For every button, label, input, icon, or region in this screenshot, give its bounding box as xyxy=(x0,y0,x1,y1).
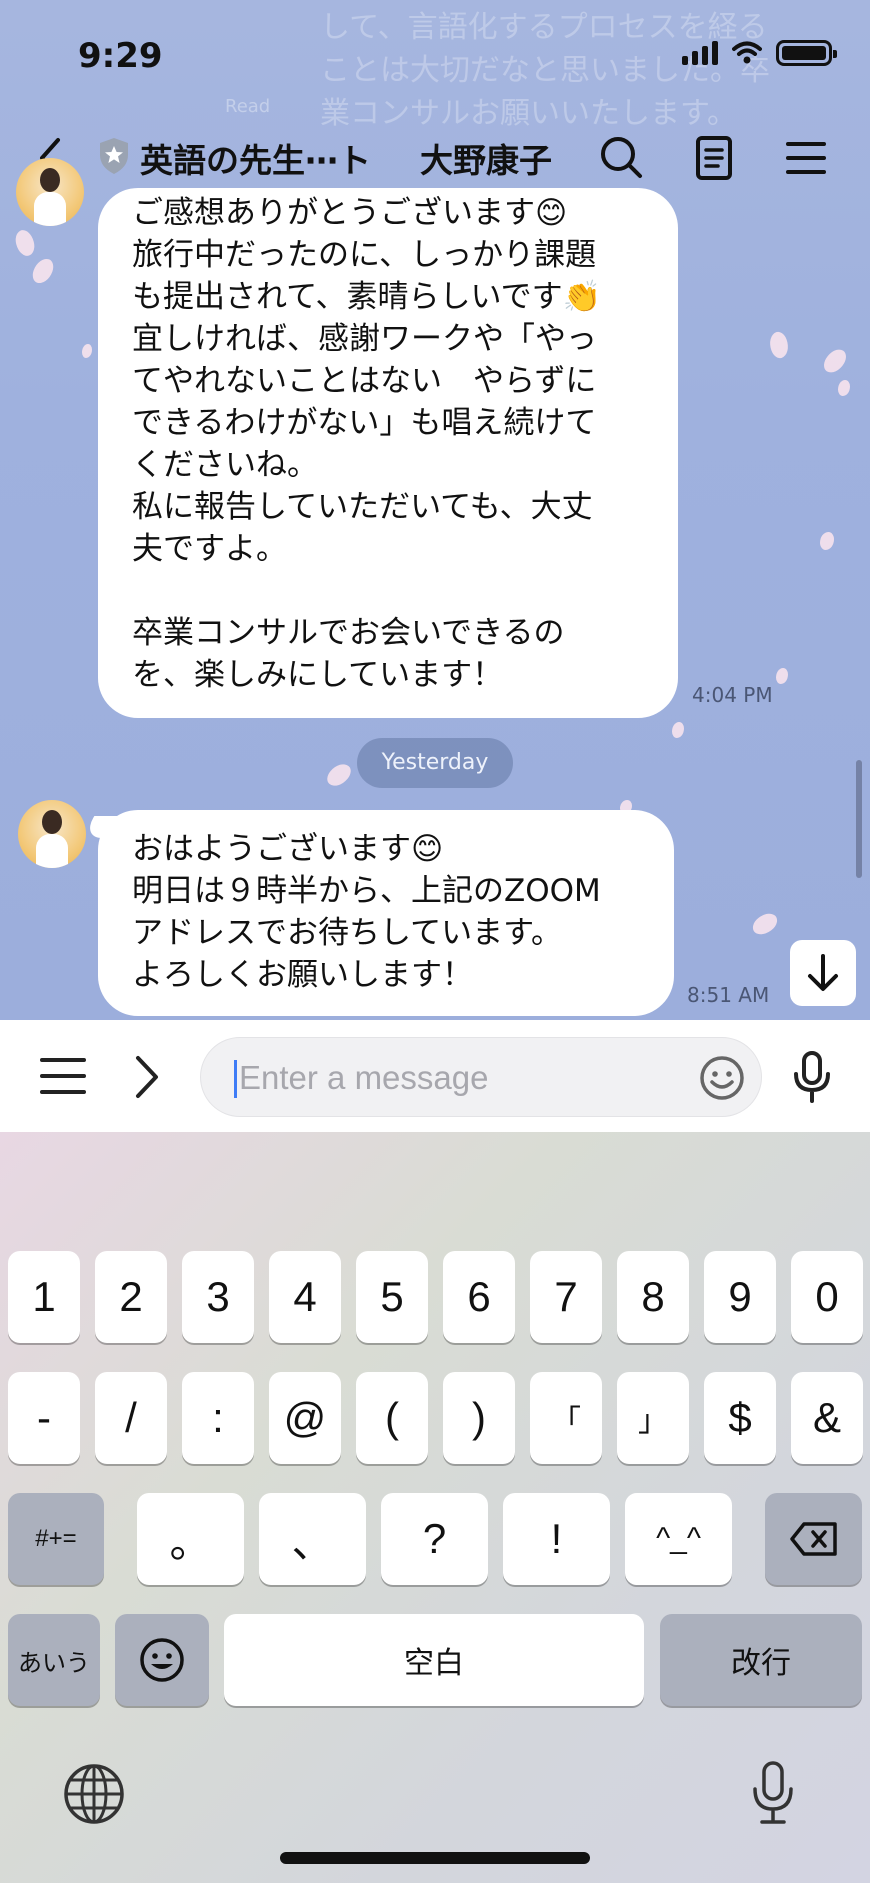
key-7[interactable]: 7 xyxy=(530,1251,602,1343)
emoji-keyboard-key[interactable] xyxy=(115,1614,209,1706)
key-4[interactable]: 4 xyxy=(269,1251,341,1343)
chat-header: 英語の先生⋯ト 大野康子 xyxy=(0,120,870,196)
battery-icon xyxy=(776,40,837,66)
return-key[interactable]: 改行 xyxy=(660,1614,862,1706)
status-time: 9:29 xyxy=(78,36,163,76)
chat-background: して、言語化するプロセスを経る ことは大切だなと思いました。卒 業コンサルお願い… xyxy=(0,0,870,1020)
status-icons xyxy=(682,40,837,66)
emoji-icon[interactable] xyxy=(698,1054,746,1102)
key-hyphen[interactable]: - xyxy=(8,1372,80,1464)
status-bar: 9:29 xyxy=(0,0,870,110)
scrollbar[interactable] xyxy=(856,760,862,878)
key-ampersand[interactable]: & xyxy=(791,1372,863,1464)
text-caret xyxy=(234,1060,237,1098)
key-close-paren[interactable]: ) xyxy=(443,1372,515,1464)
emoji-icon xyxy=(140,1638,184,1682)
key-colon[interactable]: : xyxy=(182,1372,254,1464)
menu-icon[interactable] xyxy=(778,130,834,186)
key-1[interactable]: 1 xyxy=(8,1251,80,1343)
petal-decoration xyxy=(10,227,40,259)
petal-decoration xyxy=(82,344,92,358)
key-dollar[interactable]: $ xyxy=(704,1372,776,1464)
key-question[interactable]: ? xyxy=(381,1493,488,1585)
petal-decoration xyxy=(838,380,850,396)
petal-decoration xyxy=(30,255,56,287)
home-indicator[interactable] xyxy=(280,1852,590,1864)
key-open-paren[interactable]: ( xyxy=(356,1372,428,1464)
backspace-icon xyxy=(789,1522,837,1556)
key-8[interactable]: 8 xyxy=(617,1251,689,1343)
key-2[interactable]: 2 xyxy=(95,1251,167,1343)
message-bubble[interactable]: ご感想ありがとうございます😊 旅行中だったのに、しっかり課題 も提出されて、素晴… xyxy=(98,188,678,718)
key-6[interactable]: 6 xyxy=(443,1251,515,1343)
key-at[interactable]: @ xyxy=(269,1372,341,1464)
key-5[interactable]: 5 xyxy=(356,1251,428,1343)
chat-title[interactable]: 英語の先生⋯ト xyxy=(140,134,371,182)
keyboard: 1 2 3 4 5 6 7 8 9 0 - / : @ ( ) 「 」 $ & … xyxy=(0,1132,870,1883)
search-icon[interactable] xyxy=(594,130,650,186)
message-input[interactable] xyxy=(239,1038,659,1118)
petal-decoration xyxy=(672,722,684,738)
petal-decoration xyxy=(820,345,850,377)
key-9[interactable]: 9 xyxy=(704,1251,776,1343)
key-symbols[interactable]: #+= xyxy=(8,1493,104,1585)
key-open-bracket[interactable]: 「 xyxy=(530,1372,602,1464)
petal-decoration xyxy=(766,329,792,361)
key-smiley-text[interactable]: ^_^ xyxy=(625,1493,732,1585)
globe-icon[interactable] xyxy=(62,1762,126,1826)
dictation-microphone-icon[interactable] xyxy=(750,1759,796,1827)
scroll-to-bottom-button[interactable] xyxy=(790,940,856,1006)
key-slash[interactable]: / xyxy=(95,1372,167,1464)
key-close-bracket[interactable]: 」 xyxy=(617,1372,689,1464)
space-key[interactable]: 空白 xyxy=(224,1614,644,1706)
petal-decoration xyxy=(820,532,834,550)
message-input-field[interactable] xyxy=(200,1037,762,1118)
key-3[interactable]: 3 xyxy=(182,1251,254,1343)
message-timestamp: 8:51 AM xyxy=(687,983,770,1007)
wifi-icon xyxy=(732,41,762,64)
microphone-icon[interactable] xyxy=(790,1050,834,1104)
notes-icon[interactable] xyxy=(686,130,742,186)
message-bubble[interactable]: おはようございます😊 明日は９時半から、上記のZOOM アドレスでお待ちしていま… xyxy=(98,810,674,1016)
delete-key[interactable] xyxy=(765,1493,862,1585)
chat-user-name[interactable]: 大野康子 xyxy=(420,134,552,182)
petal-decoration xyxy=(749,911,781,937)
shield-star-icon xyxy=(100,138,128,174)
avatar[interactable] xyxy=(16,158,84,226)
key-0[interactable]: 0 xyxy=(791,1251,863,1343)
cellular-signal-icon xyxy=(682,41,718,65)
key-comma-jp[interactable]: 、 xyxy=(259,1493,366,1585)
key-exclamation[interactable]: ! xyxy=(503,1493,610,1585)
message-timestamp: 4:04 PM xyxy=(692,683,773,707)
date-separator: Yesterday xyxy=(357,738,513,788)
chevron-right-icon[interactable] xyxy=(132,1054,162,1100)
petal-decoration xyxy=(776,668,788,684)
petal-decoration xyxy=(323,759,355,791)
avatar[interactable] xyxy=(18,800,86,868)
menu-icon[interactable] xyxy=(38,1054,88,1098)
message-input-bar xyxy=(0,1020,870,1132)
key-kana-switch[interactable]: あいう xyxy=(8,1614,100,1706)
key-period-jp[interactable]: 。 xyxy=(137,1493,244,1585)
